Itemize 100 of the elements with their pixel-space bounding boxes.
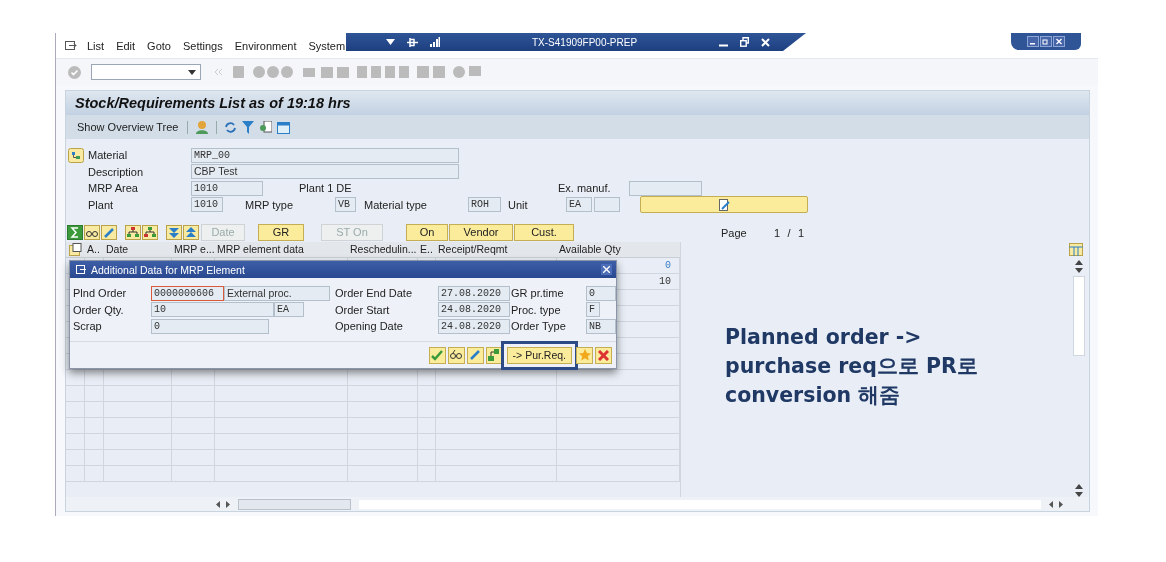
hierarchy-icon[interactable]	[142, 225, 158, 240]
cancel-button[interactable]	[595, 346, 612, 364]
show-overview-tree-button[interactable]: Show Overview Tree	[77, 121, 179, 133]
layout-icon[interactable]	[69, 243, 82, 256]
field-label: Unit	[508, 198, 529, 211]
description-field[interactable]: CBP Test	[191, 164, 459, 180]
glasses-button[interactable]	[447, 346, 465, 364]
field-label: MRP Area	[88, 182, 139, 195]
window-title: TX-S41909FP00-PREP	[532, 36, 638, 48]
input-field[interactable]: 0	[586, 285, 616, 301]
scroll-down-icon[interactable]	[1075, 268, 1083, 273]
field-label: Order Qty.	[73, 303, 125, 316]
list-button[interactable]: Vendor	[449, 224, 513, 241]
column-header[interactable]: E..	[418, 242, 436, 257]
column-header[interactable]: Reschedulin...	[348, 242, 418, 257]
vertical-scrollbar[interactable]	[1073, 260, 1085, 497]
collapse-icon[interactable]	[183, 225, 199, 240]
close-button[interactable]	[601, 264, 612, 275]
column-header[interactable]: Date	[104, 242, 172, 257]
field-label: Order Start	[335, 303, 391, 316]
close-icon	[598, 349, 609, 361]
scroll-up-icon[interactable]	[1075, 260, 1083, 265]
expand-icon[interactable]	[166, 225, 182, 240]
field-label: Scrap	[73, 320, 103, 333]
close-icon[interactable]	[1053, 36, 1065, 47]
scroll-arrows-icon[interactable]	[1049, 500, 1063, 508]
minimize-icon[interactable]	[1027, 36, 1039, 47]
menu-item[interactable]: Edit	[116, 39, 136, 52]
mrp-area-field[interactable]: 1010	[191, 180, 263, 196]
menu-icon[interactable]	[65, 40, 77, 51]
plant-name-text: Plant 1 DE	[299, 182, 353, 195]
check-icon[interactable]	[68, 65, 81, 79]
field-label: Opening Date	[335, 320, 404, 333]
plant-field[interactable]: 1010	[191, 197, 223, 213]
caret-icon[interactable]	[188, 69, 196, 75]
filter-icon[interactable]	[242, 120, 255, 134]
edit-button[interactable]	[466, 346, 484, 364]
column-header[interactable]: MRP element data	[215, 242, 348, 257]
hierarchy-icon	[488, 349, 501, 361]
menu-item[interactable]: Goto	[147, 39, 171, 52]
column-header[interactable]: Receipt/Reqmt	[436, 242, 557, 257]
column-header[interactable]: Available Qty	[557, 242, 680, 257]
ex-manuf-field[interactable]	[629, 180, 702, 196]
field-label: Material	[88, 149, 129, 162]
unit-field[interactable]: EA	[566, 197, 592, 213]
hierarchy-icon[interactable]	[125, 225, 141, 240]
list-button[interactable]: On	[406, 224, 448, 241]
screen-title: Stock/Requirements List as of 19:18 hrs	[75, 95, 351, 111]
menu-item[interactable]: Settings	[182, 39, 223, 52]
date-field[interactable]: 24.08.2020	[438, 318, 510, 334]
scroll-up-icon[interactable]	[1075, 484, 1083, 489]
glasses-icon	[450, 350, 463, 360]
glasses-icon[interactable]	[84, 225, 100, 240]
edit-icon	[718, 198, 730, 211]
input-field[interactable]: NB	[586, 318, 616, 334]
menu-item[interactable]: Environment	[234, 39, 297, 52]
dialog-title: Additional Data for MRP Element	[91, 263, 246, 276]
signal-icon	[430, 37, 440, 47]
field-label: Material type	[364, 198, 428, 211]
convert-button[interactable]: -> Pur.Req.	[506, 346, 572, 364]
refresh-icon[interactable]	[224, 120, 238, 134]
tree-icon[interactable]	[68, 147, 84, 163]
scroll-arrows-icon[interactable]	[216, 500, 230, 508]
caret-icon[interactable]	[386, 39, 395, 45]
document-icon[interactable]	[259, 120, 273, 134]
pin-icon[interactable]	[407, 37, 418, 47]
field-label: Description	[88, 165, 145, 178]
column-header[interactable]: A..	[85, 242, 104, 257]
field-label: MRP type	[245, 198, 295, 211]
field-label: Order Type	[511, 320, 567, 333]
material-type-field[interactable]: ROH	[468, 197, 501, 213]
confirm-button[interactable]	[428, 346, 446, 364]
material-field[interactable]: MRP_00	[191, 147, 459, 163]
menu-icon[interactable]	[76, 264, 87, 275]
list-button[interactable]: GR	[258, 224, 304, 241]
pencil-icon[interactable]	[101, 225, 117, 240]
input-field[interactable]: 0	[151, 318, 269, 334]
restore-icon[interactable]	[740, 37, 750, 47]
field-label: Ex. manuf.	[558, 182, 612, 195]
restore-icon[interactable]	[1040, 36, 1052, 47]
page-count: 1	[797, 226, 805, 239]
field-label: Order End Date	[335, 287, 414, 300]
list-button[interactable]: Cust.	[514, 224, 574, 241]
person-icon[interactable]	[195, 120, 210, 134]
command-field[interactable]	[91, 64, 201, 80]
menu-item[interactable]: System	[308, 39, 346, 52]
calendar-icon[interactable]	[277, 120, 291, 134]
field-label: Plant	[88, 198, 115, 211]
input-field[interactable]: 0000000606	[151, 285, 224, 301]
date-field[interactable]: 24.08.2020	[438, 302, 510, 318]
input-field[interactable]: F	[586, 302, 600, 318]
mrp-type-field[interactable]: VB	[335, 197, 356, 213]
menu-item[interactable]: List	[87, 39, 105, 52]
unit-extra-field[interactable]	[594, 197, 620, 213]
input-field[interactable]: 10	[151, 302, 274, 318]
column-header[interactable]: MRP e...	[172, 242, 215, 257]
star-icon	[578, 349, 591, 361]
page-number: 1	[773, 226, 781, 239]
date-field[interactable]: 27.08.2020	[438, 285, 510, 301]
sum-icon[interactable]	[67, 225, 83, 240]
